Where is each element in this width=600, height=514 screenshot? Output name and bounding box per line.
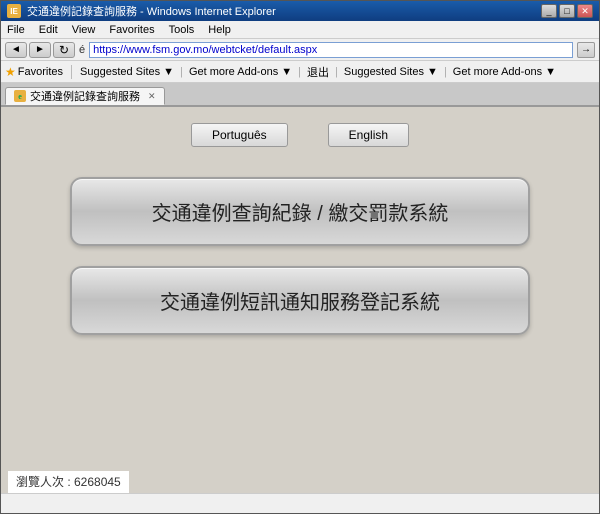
- forward-button[interactable]: ►: [29, 42, 51, 58]
- suggested-sites-2-label: Suggested Sites ▼: [344, 66, 438, 78]
- separator-dot-2: |: [298, 66, 301, 78]
- suggested-sites-1-label: Suggested Sites ▼: [80, 66, 174, 78]
- separator-dot-3: |: [335, 66, 338, 78]
- traffic-violation-inquiry-button[interactable]: 交通違例查詢紀錄 / 繳交罰款系統: [70, 177, 530, 246]
- tab-favicon: e: [14, 90, 26, 102]
- get-more-addons-1-label: Get more Add-ons ▼: [189, 66, 292, 78]
- visitor-count-container: 瀏覽人次 : 6268045: [8, 473, 129, 490]
- menu-file[interactable]: File: [7, 24, 25, 36]
- tab-bar: e 交通違例記錄查詢服務 ✕: [1, 83, 599, 107]
- title-bar-text: 交通違例記錄查詢服務 - Windows Internet Explorer: [27, 3, 535, 19]
- menu-tools[interactable]: Tools: [169, 24, 195, 36]
- tab-label: 交通違例記錄查詢服務: [30, 88, 140, 104]
- exit-label: 退出: [307, 64, 329, 80]
- active-tab[interactable]: e 交通違例記錄查詢服務 ✕: [5, 87, 165, 105]
- portugues-button[interactable]: Português: [191, 123, 288, 147]
- favorites-bar: ★ Favorites Suggested Sites ▼ | Get more…: [1, 61, 599, 83]
- favorites-button[interactable]: ★ Favorites: [5, 65, 63, 79]
- status-bar: [1, 493, 599, 513]
- visitor-count-text: 瀏覽人次 : 6268045: [8, 471, 129, 493]
- suggested-sites-2[interactable]: Suggested Sites ▼: [344, 66, 438, 78]
- favorites-label[interactable]: Favorites: [18, 66, 63, 78]
- menu-favorites[interactable]: Favorites: [109, 24, 154, 36]
- suggested-sites-1[interactable]: Suggested Sites ▼: [80, 66, 174, 78]
- english-button[interactable]: English: [328, 123, 409, 147]
- menu-edit[interactable]: Edit: [39, 24, 58, 36]
- get-more-addons-2[interactable]: Get more Add-ons ▼: [453, 66, 556, 78]
- menu-view[interactable]: View: [72, 24, 96, 36]
- fav-divider: [71, 65, 72, 79]
- title-bar: IE 交通違例記錄查詢服務 - Windows Internet Explore…: [1, 1, 599, 21]
- star-icon: ★: [5, 65, 16, 79]
- close-button[interactable]: ✕: [577, 4, 593, 18]
- get-more-addons-2-label: Get more Add-ons ▼: [453, 66, 556, 78]
- browser-window: IE 交通違例記錄查詢服務 - Windows Internet Explore…: [0, 0, 600, 514]
- menu-bar: File Edit View Favorites Tools Help: [1, 21, 599, 39]
- address-bar: ◄ ► ↻ é →: [1, 39, 599, 61]
- menu-help[interactable]: Help: [208, 24, 231, 36]
- nav-buttons: ◄ ► ↻: [5, 42, 75, 58]
- ie-icon: IE: [7, 4, 21, 18]
- tab-close-icon[interactable]: ✕: [148, 91, 156, 102]
- address-input[interactable]: [89, 42, 573, 58]
- get-more-addons-1[interactable]: Get more Add-ons ▼: [189, 66, 292, 78]
- go-button[interactable]: →: [577, 42, 595, 58]
- main-content: Português English 交通違例查詢紀錄 / 繳交罰款系統 交通違例…: [1, 107, 599, 493]
- refresh-button[interactable]: ↻: [53, 42, 75, 58]
- traffic-sms-registration-button[interactable]: 交通違例短訊通知服務登記系統: [70, 266, 530, 335]
- language-row: Português English: [11, 123, 589, 147]
- window-controls: _ □ ✕: [541, 4, 593, 18]
- exit-button[interactable]: 退出: [307, 64, 329, 80]
- restore-button[interactable]: □: [559, 4, 575, 18]
- separator-dot-1: |: [180, 66, 183, 78]
- minimize-button[interactable]: _: [541, 4, 557, 18]
- address-label: é: [79, 44, 85, 56]
- separator-dot-4: |: [444, 66, 447, 78]
- back-button[interactable]: ◄: [5, 42, 27, 58]
